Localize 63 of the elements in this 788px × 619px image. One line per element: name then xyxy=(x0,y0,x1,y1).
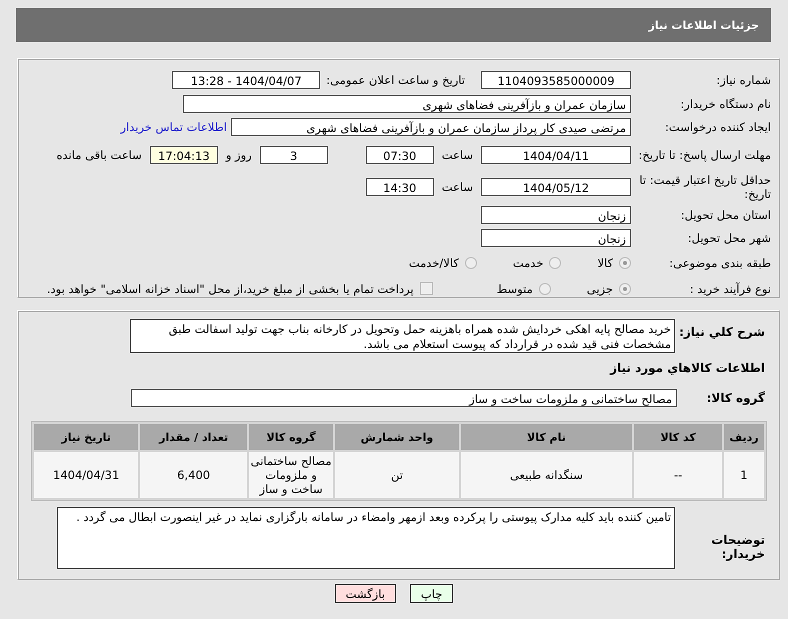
need-number-field: 1104093585000009 xyxy=(481,71,631,89)
table-cell: 6,400 xyxy=(140,452,247,498)
field-label: شهر محل تحویل: xyxy=(686,230,771,244)
table-cell: سنگدانه طبیعی xyxy=(460,452,632,498)
radio-label: متوسط xyxy=(496,282,533,296)
checkbox[interactable] xyxy=(420,282,433,295)
announce-date-field: 1404/04/07 - 13:28 xyxy=(172,71,320,89)
remaining-label: ساعت باقی مانده xyxy=(56,148,142,162)
field-label: گروه كالا: xyxy=(706,391,766,405)
radio-button[interactable] xyxy=(549,256,562,268)
field-label: تاریخ و ساعت اعلان عمومی: xyxy=(326,73,465,87)
table-cell: -- xyxy=(634,452,722,498)
field-label: استان محل تحویل: xyxy=(680,208,771,222)
buyer-notes-textarea[interactable]: تامین کننده باید کلیه مدارک پیوستی را پرکرده وبعد ازمهر وامضاء در سامانه بارگزاری نماید در غیر اینصورت ابطال می گردد . xyxy=(57,507,675,569)
table-cell: 1 xyxy=(724,452,764,498)
field-label: توضیحات خریدار: xyxy=(710,533,766,561)
days-label: روز و xyxy=(226,148,252,162)
time-field: 07:30 xyxy=(366,146,434,164)
radio-button[interactable] xyxy=(464,256,477,268)
description-textarea[interactable]: خرید مصالح پایه اهکی خردایش شده همراه باهزینه حمل وتحویل در کارخانه بناب جهت تولید اسفالت طبق مشخصات فنی قید شده در قرارداد که پیوست استعلام می باشد. xyxy=(130,319,675,353)
time-label: ساعت xyxy=(442,148,473,162)
field-label: شماره نیاز: xyxy=(715,73,771,87)
goods-group-field: مصالح ساختمانی و ملزومات ساخت و ساز xyxy=(131,389,677,407)
radio-button[interactable] xyxy=(619,282,631,294)
column-header: تاریخ نیاز xyxy=(34,424,138,450)
column-header: واحد شمارش xyxy=(335,424,459,450)
date-field: 1404/04/11 xyxy=(481,146,631,164)
buyer-contact-link[interactable]: اطلاعات تماس خریدار xyxy=(120,120,227,134)
field-label: طبقه بندی موضوعی: xyxy=(668,256,771,270)
radio-label: جزیی xyxy=(586,282,613,296)
time-label: ساعت xyxy=(442,180,473,194)
field-label: نام دستگاه خریدار: xyxy=(679,97,771,111)
radio-button[interactable] xyxy=(538,282,551,294)
print-button[interactable]: چاپ xyxy=(410,584,454,603)
field-label: مهلت ارسال پاسخ: تا تاریخ: xyxy=(637,148,771,162)
field-label: نوع فرآیند خرید : xyxy=(688,282,771,296)
column-header: نام کالا xyxy=(460,424,632,450)
time-field: 14:30 xyxy=(366,178,434,196)
creator-field: مرتضی صیدی کار پرداز سازمان عمران و بازآفرینی فضاهای شهری xyxy=(231,118,631,136)
table-cell: 1404/04/31 xyxy=(34,452,138,498)
field-label: شرح کلي نياز: xyxy=(678,325,766,339)
field-label: حداقل تاریخ اعتبار قیمت: تا تاریخ: xyxy=(638,173,771,201)
column-header: گروه کالا xyxy=(248,424,334,450)
section-heading: اطلاعات كالاهاي مورد نياز xyxy=(608,361,765,375)
province-field: زنجان xyxy=(481,206,631,224)
table-cell: تن xyxy=(335,452,459,498)
field-label: ایجاد کننده درخواست: xyxy=(664,120,771,134)
back-button[interactable]: بازگشت xyxy=(334,584,396,603)
days-field: 3 xyxy=(260,146,328,164)
radio-label: کالا/خدمت xyxy=(408,256,459,270)
buyer-org-field: سازمان عمران و بازآفرینی فضاهای شهری xyxy=(183,95,631,113)
radio-label: کالا xyxy=(597,256,613,270)
column-header: ردیف xyxy=(724,424,764,450)
city-field: زنجان xyxy=(481,228,631,246)
column-header: کد کالا xyxy=(634,424,722,450)
page-title: جزئیات اطلاعات نیاز xyxy=(648,18,759,32)
checkbox-label: پرداخت تمام یا بخشی از مبلغ خرید،از محل "اسناد خزانه اسلامی" خواهد بود. xyxy=(46,282,414,296)
date-field: 1404/05/12 xyxy=(481,178,631,196)
column-header: تعداد / مقدار xyxy=(140,424,247,450)
remaining-time-field: 17:04:13 xyxy=(150,146,218,164)
radio-label: خدمت xyxy=(512,256,544,270)
radio-button[interactable] xyxy=(619,256,631,268)
table-cell: مصالح ساختمانی و ملزومات ساخت و ساز xyxy=(248,452,334,498)
